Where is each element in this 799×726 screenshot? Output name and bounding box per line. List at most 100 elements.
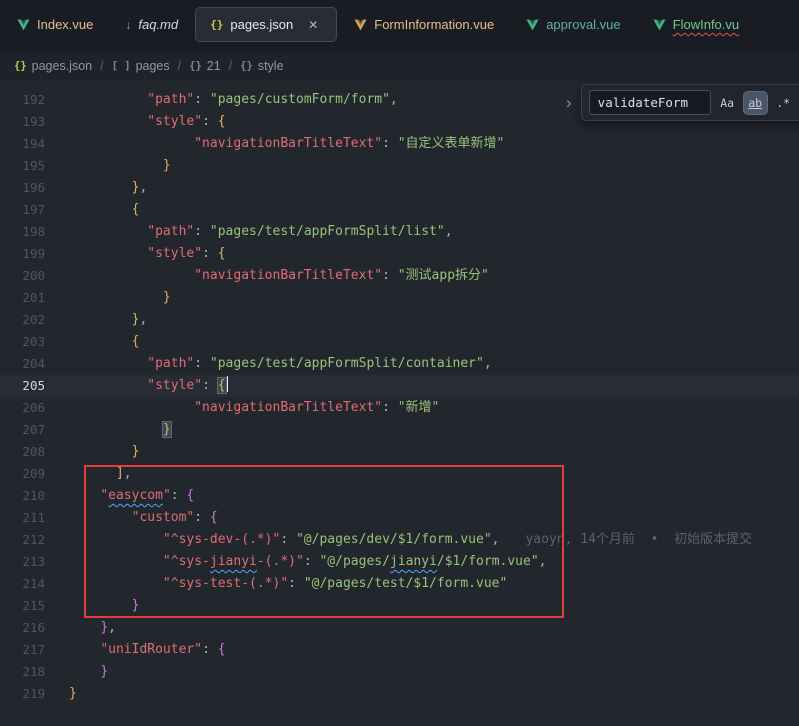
code-token: "style" xyxy=(147,246,202,261)
code-line[interactable]: 200 "navigationBarTitleText": "测试app拆分" xyxy=(0,265,799,287)
code-line-content[interactable]: "path": "pages/test/appFormSplit/list", xyxy=(45,221,453,243)
code-token: "pages/customForm/form" xyxy=(210,92,390,107)
code-token: "^sys-test-(.*)" xyxy=(163,576,288,591)
code-line-content[interactable]: "path": "pages/test/appFormSplit/contain… xyxy=(45,353,492,375)
code-line[interactable]: 216 }, xyxy=(0,617,799,639)
tab-label: Index.vue xyxy=(37,17,93,32)
code-line[interactable]: 207 } xyxy=(0,419,799,441)
code-line[interactable]: 215 } xyxy=(0,595,799,617)
code-line-content[interactable]: "path": "pages/customForm/form", xyxy=(45,89,398,111)
code-line[interactable]: 213 "^sys-jianyi-(.*)": "@/pages/jianyi/… xyxy=(0,551,799,573)
code-token: "@/pages/dev/$1/form.vue" xyxy=(296,532,492,547)
code-line[interactable]: 206 "navigationBarTitleText": "新增" xyxy=(0,397,799,419)
breadcrumb-item-21[interactable]: {}21 xyxy=(189,59,221,73)
find-options: Aaab.* xyxy=(716,92,795,114)
line-number: 210 xyxy=(0,485,45,507)
code-line[interactable]: 209 ], xyxy=(0,463,799,485)
tab-label: FormInformation.vue xyxy=(374,17,494,32)
code-line[interactable]: 219} xyxy=(0,683,799,705)
tab-label: FlowInfo.vu xyxy=(673,17,739,32)
code-token: "navigationBarTitleText" xyxy=(194,136,382,151)
close-icon[interactable]: ✕ xyxy=(304,16,322,34)
code-token: { xyxy=(218,114,226,129)
code-line-content[interactable]: "style": { xyxy=(45,243,226,265)
code-line-content[interactable]: "easycom": { xyxy=(45,485,194,507)
code-line-content[interactable]: "^sys-jianyi-(.*)": "@/pages/jianyi/$1/f… xyxy=(45,551,546,573)
code-line[interactable]: 214 "^sys-test-(.*)": "@/pages/test/$1/f… xyxy=(0,573,799,595)
code-editor[interactable]: 192 "path": "pages/customForm/form",193 … xyxy=(0,81,799,705)
braces-icon: {} xyxy=(14,60,27,72)
code-line[interactable]: 199 "style": { xyxy=(0,243,799,265)
code-line-content[interactable]: "^sys-test-(.*)": "@/pages/test/$1/form.… xyxy=(45,573,507,595)
match-case-icon[interactable]: Aa xyxy=(716,92,739,114)
code-line[interactable]: 197 { xyxy=(0,199,799,221)
code-line[interactable]: 198 "path": "pages/test/appFormSplit/lis… xyxy=(0,221,799,243)
code-token: : xyxy=(280,532,296,547)
code-line[interactable]: 210 "easycom": { xyxy=(0,485,799,507)
tab-index-vue[interactable]: Index.vue xyxy=(2,7,108,42)
code-line-content[interactable]: "navigationBarTitleText": "新增" xyxy=(45,397,439,419)
breadcrumb-item-pages-json[interactable]: {}pages.json xyxy=(14,59,92,73)
code-line-content[interactable]: "style": { xyxy=(45,111,226,133)
code-line-content[interactable]: }, xyxy=(45,177,147,199)
breadcrumb-item-pages[interactable]: [ ]pages xyxy=(112,59,170,73)
code-line-content[interactable]: }, xyxy=(45,309,147,331)
code-line[interactable]: 218 } xyxy=(0,661,799,683)
line-number: 202 xyxy=(0,309,45,331)
code-line[interactable]: 217 "uniIdRouter": { xyxy=(0,639,799,661)
find-input[interactable] xyxy=(589,90,711,115)
code-line-current[interactable]: 205 "style": { xyxy=(0,375,799,397)
code-line-content[interactable]: "style": { xyxy=(45,375,228,397)
code-line[interactable]: 201 } xyxy=(0,287,799,309)
code-line-content[interactable]: } xyxy=(45,595,139,617)
code-line-content[interactable]: } xyxy=(45,287,171,309)
code-line[interactable]: 194 "navigationBarTitleText": "自定义表单新增" xyxy=(0,133,799,155)
code-token: "pages/test/appFormSplit/list" xyxy=(210,224,445,239)
code-line-content[interactable]: } xyxy=(45,661,108,683)
breadcrumb-separator: / xyxy=(100,59,103,73)
chevron-right-icon[interactable]: › xyxy=(566,94,572,111)
code-line-content[interactable]: }, xyxy=(45,617,116,639)
code-token: : xyxy=(202,246,218,261)
vue-icon xyxy=(526,19,539,31)
code-line-content[interactable]: } xyxy=(45,155,171,177)
whole-word-icon[interactable]: ab xyxy=(744,92,767,114)
code-line-content[interactable]: "uniIdRouter": { xyxy=(45,639,226,661)
line-number: 215 xyxy=(0,595,45,617)
code-line-content[interactable]: "custom": { xyxy=(45,507,218,529)
code-line-content[interactable]: "^sys-dev-(.*)": "@/pages/dev/$1/form.vu… xyxy=(45,529,752,551)
code-line-content[interactable]: } xyxy=(45,683,77,705)
code-lines[interactable]: 192 "path": "pages/customForm/form",193 … xyxy=(0,89,799,705)
code-line[interactable]: 211 "custom": { xyxy=(0,507,799,529)
code-line-content[interactable]: } xyxy=(45,441,139,463)
code-token: -(.*)" xyxy=(257,554,304,569)
tab-flowinfo-vu[interactable]: FlowInfo.vu xyxy=(638,7,754,42)
code-line-content[interactable]: { xyxy=(45,199,139,221)
code-token: ] xyxy=(116,466,124,481)
tab-approval-vue[interactable]: approval.vue xyxy=(511,7,635,42)
code-token: "path" xyxy=(147,224,194,239)
tab-faq-md[interactable]: ↓faq.md xyxy=(110,7,193,42)
breadcrumb-item-style[interactable]: {}style xyxy=(240,59,283,73)
line-number: 200 xyxy=(0,265,45,287)
code-line[interactable]: 203 { xyxy=(0,331,799,353)
tab-label: pages.json xyxy=(230,17,293,32)
code-line-content[interactable]: } xyxy=(45,419,171,441)
code-line[interactable]: 195 } xyxy=(0,155,799,177)
tab-forminformation-vue[interactable]: FormInformation.vue xyxy=(339,7,509,42)
code-token: "@/pages/ xyxy=(319,554,389,569)
code-line-content[interactable]: "navigationBarTitleText": "测试app拆分" xyxy=(45,265,489,287)
regex-icon[interactable]: .* xyxy=(772,92,795,114)
code-line-content[interactable]: ], xyxy=(45,463,132,485)
code-token: { xyxy=(132,202,140,217)
code-token: "pages/test/appFormSplit/container" xyxy=(210,356,484,371)
code-line[interactable]: 204 "path": "pages/test/appFormSplit/con… xyxy=(0,353,799,375)
code-line[interactable]: 212 "^sys-dev-(.*)": "@/pages/dev/$1/for… xyxy=(0,529,799,551)
code-token: /$1/form.vue" xyxy=(437,554,539,569)
code-line[interactable]: 196 }, xyxy=(0,177,799,199)
code-line-content[interactable]: "navigationBarTitleText": "自定义表单新增" xyxy=(45,133,504,155)
code-line-content[interactable]: { xyxy=(45,331,139,353)
code-line[interactable]: 202 }, xyxy=(0,309,799,331)
tab-pages-json[interactable]: {}pages.json✕ xyxy=(195,7,337,42)
code-line[interactable]: 208 } xyxy=(0,441,799,463)
